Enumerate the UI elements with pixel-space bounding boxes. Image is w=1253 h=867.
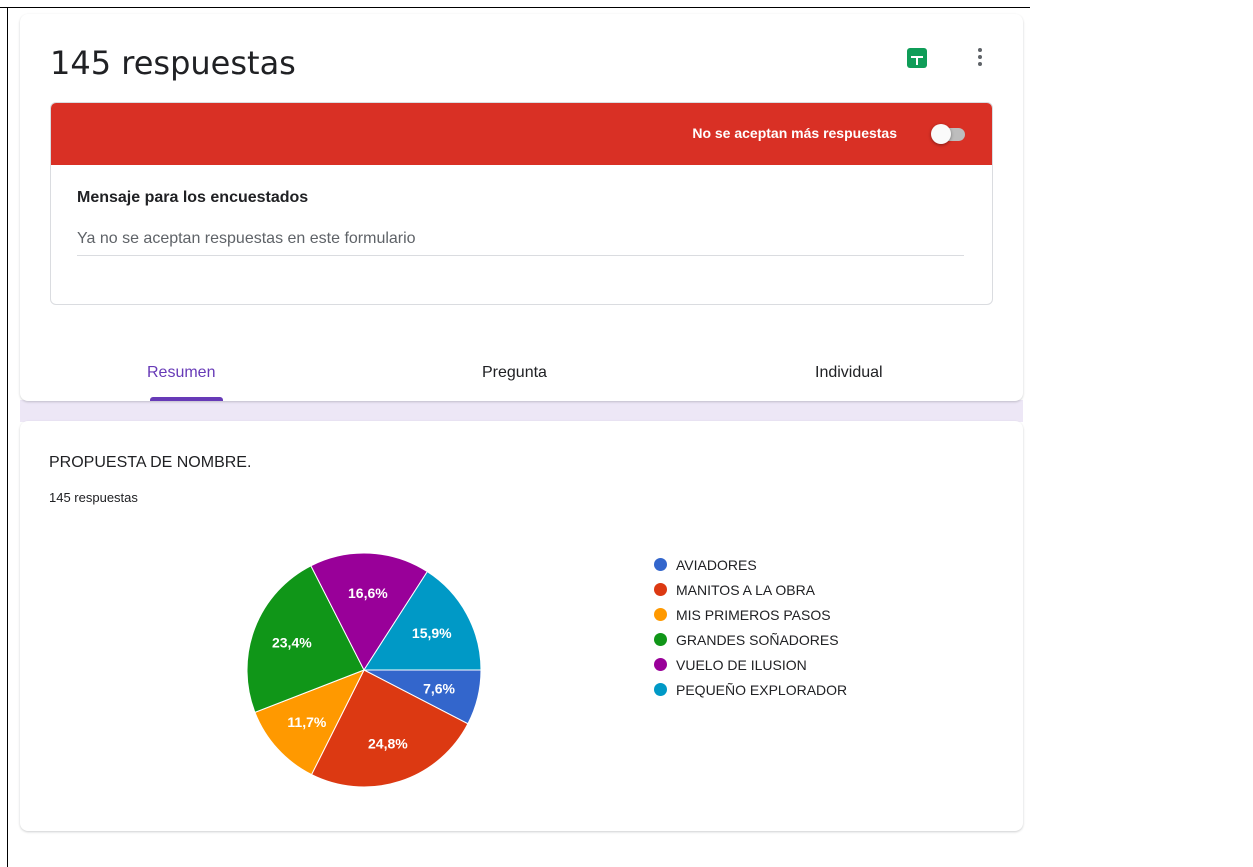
chart-legend: AVIADORES MANITOS A LA OBRA MIS PRIMEROS P… <box>654 552 847 702</box>
legend-color-dot <box>654 608 667 621</box>
accepting-responses-toggle[interactable] <box>921 123 967 145</box>
accepting-responses-panel: No se aceptan más respuestas Mensaje par… <box>50 102 993 305</box>
frame-border-left <box>7 7 8 867</box>
pie-chart: 7,6% 24,8% 11,7% 23,4% 16,6% 15,9% <box>246 552 482 788</box>
toggle-knob <box>931 124 951 144</box>
legend-color-dot <box>654 583 667 596</box>
tab-resumen[interactable]: Resumen <box>147 364 215 382</box>
legend-item: VUELO DE ILUSION <box>654 652 847 677</box>
more-vert-icon[interactable] <box>973 46 987 70</box>
accepting-responses-label: No se aceptan más respuestas <box>692 125 897 141</box>
respondent-message-input[interactable] <box>77 223 964 256</box>
legend-label: PEQUEÑO EXPLORADOR <box>676 681 848 698</box>
legend-label: MIS PRIMEROS PASOS <box>676 606 831 623</box>
active-tab-indicator <box>150 397 223 401</box>
legend-item: GRANDES SOÑADORES <box>654 627 847 652</box>
legend-label: MANITOS A LA OBRA <box>676 581 816 598</box>
pie-slice-label-4: 16,6% <box>348 585 388 601</box>
legend-label: VUELO DE ILUSION <box>676 656 807 673</box>
respondent-message-label: Mensaje para los encuestados <box>77 189 309 206</box>
question-summary-card: PROPUESTA DE NOMBRE. 145 respuestas 7,6%… <box>20 421 1023 831</box>
tab-individual[interactable]: Individual <box>815 364 883 382</box>
legend-label: AVIADORES <box>676 556 757 573</box>
legend-color-dot <box>654 683 667 696</box>
legend-color-dot <box>654 658 667 671</box>
google-sheets-icon[interactable] <box>907 48 927 68</box>
legend-item: MANITOS A LA OBRA <box>654 577 847 602</box>
responses-header-card: 145 respuestas No se aceptan más respues… <box>20 14 1023 401</box>
pie-slice-label-5: 15,9% <box>412 625 452 641</box>
legend-color-dot <box>654 633 667 646</box>
legend-item: PEQUEÑO EXPLORADOR <box>654 677 847 702</box>
pie-slice-label-0: 7,6% <box>423 680 455 696</box>
pie-slice-label-3: 23,4% <box>272 634 312 650</box>
legend-item: AVIADORES <box>654 552 847 577</box>
legend-label: GRANDES SOÑADORES <box>676 631 839 648</box>
tab-pregunta[interactable]: Pregunta <box>482 364 547 382</box>
page-background-band <box>20 400 1023 422</box>
pie-slice-label-1: 24,8% <box>368 735 408 751</box>
legend-color-dot <box>654 558 667 571</box>
page-title: 145 respuestas <box>50 44 296 82</box>
legend-item: MIS PRIMEROS PASOS <box>654 602 847 627</box>
pie-slice-label-2: 11,7% <box>287 714 326 730</box>
frame-border-top <box>0 7 1030 8</box>
accepting-responses-bar: No se aceptan más respuestas <box>51 103 992 165</box>
